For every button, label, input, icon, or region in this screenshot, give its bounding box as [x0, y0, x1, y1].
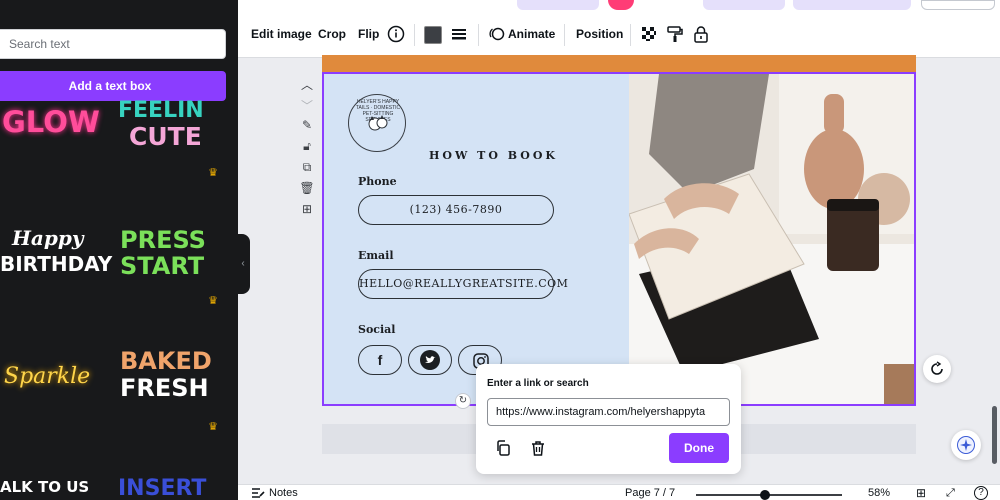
social-label: Social: [358, 323, 396, 336]
link-popover: Enter a link or search https://www.insta…: [476, 364, 741, 474]
transparency-icon[interactable]: [640, 25, 658, 43]
vertical-scrollbar[interactable]: [992, 406, 997, 464]
animate-icon[interactable]: [488, 25, 506, 43]
sticker-talk-to-us[interactable]: ALK TO US: [0, 480, 89, 495]
sticker-baked[interactable]: BAKED: [120, 349, 212, 373]
crop-button[interactable]: Crop: [318, 27, 346, 41]
sticker-sparkle[interactable]: Sparkle: [4, 366, 90, 388]
bottom-bar: Notes Page 7 / 7 58% ⊞ ⤢ ?: [238, 484, 1000, 500]
zoom-slider-knob[interactable]: [760, 490, 770, 500]
header-button[interactable]: [793, 0, 911, 10]
crown-icon: ♛: [208, 167, 218, 179]
sticker-cute[interactable]: CUTE: [129, 124, 202, 149]
notes-icon[interactable]: [251, 487, 265, 499]
info-icon[interactable]: [387, 25, 405, 43]
header-left-strip: [0, 0, 238, 12]
logo: HELYER'S HAPPY TAILS · DOMESTIC PET-SITT…: [348, 94, 406, 152]
add-text-box-button[interactable]: Add a text box: [0, 71, 226, 101]
edit-image-button[interactable]: Edit image: [251, 27, 312, 41]
collapse-panel-button[interactable]: ‹: [236, 234, 250, 294]
search-input[interactable]: Search text: [0, 29, 226, 59]
facebook-button[interactable]: f: [358, 345, 402, 375]
toolbar-divider: [564, 24, 565, 46]
sticker-start[interactable]: START: [120, 254, 204, 278]
design-page[interactable]: HELYER'S HAPPY TAILS · DOMESTIC PET-SITT…: [322, 72, 916, 406]
email-value: HELLO@REALLYGREATSITE.COM: [358, 269, 568, 299]
share-button[interactable]: [921, 0, 995, 10]
chevron-up-icon[interactable]: ︿: [298, 76, 316, 97]
comment-refresh-icon: [931, 361, 943, 375]
sticker-feelin[interactable]: FEELIN: [118, 100, 204, 122]
text-panel: Search text Add a text box GLOW FEELIN C…: [0, 12, 238, 500]
border-style-icon[interactable]: [450, 25, 468, 43]
link-input[interactable]: https://www.instagram.com/helyershappyta: [487, 398, 730, 426]
sticker-insert[interactable]: INSERT: [118, 478, 206, 500]
flip-button[interactable]: Flip: [358, 27, 379, 41]
page-side-tools: ︿ ﹀ ✎ 🔓︎ ⧉ 🗑︎ ⊞: [298, 76, 316, 223]
toolbar-divider: [630, 24, 631, 46]
sticker-press[interactable]: PRESS: [120, 228, 206, 252]
color-swatch[interactable]: [424, 26, 442, 44]
lock-icon[interactable]: [692, 25, 710, 43]
phone-value: (123) 456-7890: [358, 195, 554, 225]
avatar[interactable]: [608, 0, 634, 10]
booking-panel: HELYER'S HAPPY TAILS · DOMESTIC PET-SITT…: [324, 74, 629, 404]
notes-button[interactable]: Notes: [269, 487, 298, 499]
sticker-happy[interactable]: Happy: [12, 228, 83, 248]
twitter-icon: [420, 350, 440, 370]
grid-view-icon[interactable]: ⊞: [916, 486, 926, 500]
page-indicator[interactable]: Page 7 / 7: [625, 487, 675, 499]
comment-button[interactable]: [923, 355, 951, 383]
trash-icon[interactable]: [529, 439, 547, 457]
rotate-handle-icon[interactable]: ↻: [455, 393, 471, 409]
fullscreen-icon[interactable]: ⤢: [946, 487, 955, 500]
animate-button[interactable]: Animate: [508, 27, 555, 41]
notes-edit-icon[interactable]: ✎: [298, 118, 316, 139]
toolbar-divider: [478, 24, 479, 46]
sticker-birthday[interactable]: BIRTHDAY: [0, 254, 112, 274]
crown-icon: ♛: [208, 421, 218, 433]
twitter-button[interactable]: [408, 345, 452, 375]
header-button[interactable]: [703, 0, 785, 10]
chevron-down-icon[interactable]: ﹀: [298, 97, 316, 118]
done-button[interactable]: Done: [669, 433, 729, 463]
lock-page-icon[interactable]: 🔓︎: [298, 139, 316, 160]
sparkle-icon: [957, 436, 975, 454]
sticker-fresh[interactable]: FRESH: [120, 376, 209, 400]
position-button[interactable]: Position: [576, 27, 623, 41]
context-toolbar: Edit image Crop Flip Animate Position: [238, 12, 1000, 58]
sticker-glow[interactable]: GLOW: [2, 108, 100, 137]
email-label: Email: [358, 249, 394, 262]
facebook-icon: f: [377, 352, 383, 368]
zoom-value[interactable]: 58%: [868, 487, 890, 499]
photo-illustration: [629, 74, 914, 404]
copy-icon[interactable]: [494, 439, 512, 457]
delete-page-icon[interactable]: 🗑︎: [298, 181, 316, 202]
book-reading-photo[interactable]: [629, 74, 914, 404]
design-heading: HOW TO BOOK: [429, 149, 558, 162]
help-icon[interactable]: ?: [974, 486, 988, 500]
toolbar-divider: [414, 24, 415, 46]
top-header-strip: [0, 0, 1000, 12]
duplicate-page-icon[interactable]: ⧉: [298, 160, 316, 181]
previous-page-strip[interactable]: [322, 55, 916, 73]
dog-cat-icon: [368, 115, 388, 131]
crown-icon: ♛: [208, 295, 218, 307]
link-popover-title: Enter a link or search: [487, 378, 589, 389]
add-page-icon[interactable]: ⊞: [298, 202, 316, 223]
phone-label: Phone: [358, 175, 397, 188]
header-button[interactable]: [517, 0, 599, 10]
magic-assistant-button[interactable]: [951, 430, 981, 460]
paint-roller-icon[interactable]: [666, 25, 684, 43]
